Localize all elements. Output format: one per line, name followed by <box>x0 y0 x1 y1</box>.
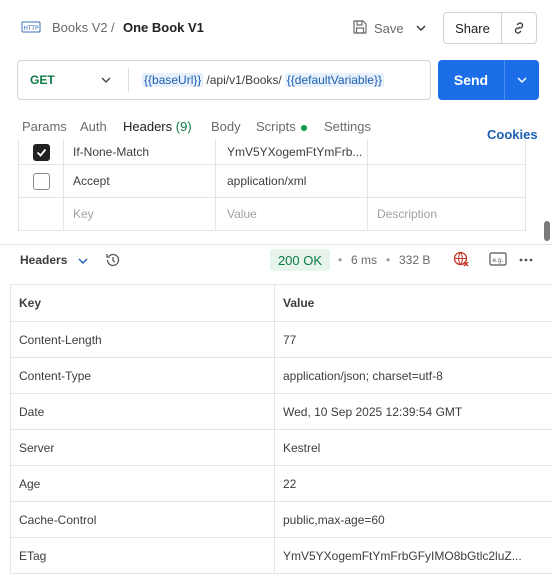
response-headers-table: Key Value Content-Length 77 Content-Type… <box>10 284 552 574</box>
share-button[interactable]: Share <box>443 12 537 44</box>
column-header-key: Key <box>11 285 275 321</box>
table-row: Accept application/xml <box>19 165 525 198</box>
status-badge[interactable]: 200 OK <box>270 249 330 271</box>
checkbox[interactable] <box>32 172 50 190</box>
http-icon: HTTP <box>21 19 41 35</box>
example-icon[interactable]: e.g. <box>489 251 507 270</box>
row-checkbox-cell <box>19 198 64 230</box>
new-key-input[interactable]: Key <box>73 198 213 230</box>
checkbox[interactable] <box>32 143 50 161</box>
column-header-value: Value <box>283 296 315 310</box>
separator-dot: • <box>338 253 343 267</box>
header-value: YmV5YXogemFtYmFrbGFyIMO8bGtlc2luZ... <box>283 548 522 563</box>
save-label: Save <box>374 20 404 36</box>
header-value: application/json; charset=utf-8 <box>283 368 443 383</box>
svg-text:HTTP: HTTP <box>23 25 39 32</box>
send-button[interactable]: Send <box>438 60 539 100</box>
svg-text:e.g.: e.g. <box>492 257 503 264</box>
divider <box>128 68 129 92</box>
page-title[interactable]: One Book V1 <box>123 20 204 35</box>
table-row-new: Key Value Description <box>19 198 525 231</box>
row-checkbox-cell <box>19 165 64 197</box>
table-row: If-None-Match YmV5YXogemFtYmFrb... <box>19 140 525 165</box>
breadcrumb-parent[interactable]: Books V2 <box>52 20 108 35</box>
header-key: Date <box>11 394 275 429</box>
table-row: Cache-Control public,max-age=60 <box>11 502 552 538</box>
header-key: Age <box>11 466 275 501</box>
tab-scripts-label: Scripts <box>256 119 296 134</box>
table-row: ETag YmV5YXogemFtYmFrbGFyIMO8bGtlc2luZ..… <box>11 538 552 574</box>
tab-scripts[interactable]: Scripts <box>256 119 307 134</box>
chevron-down-icon[interactable] <box>100 74 112 89</box>
table-header-row: Key Value <box>11 285 552 322</box>
tab-auth[interactable]: Auth <box>80 119 107 134</box>
chevron-down-icon[interactable] <box>505 60 539 100</box>
more-icon[interactable] <box>518 253 534 270</box>
header-value[interactable]: application/xml <box>215 165 368 197</box>
table-row: Content-Length 77 <box>11 322 552 358</box>
url-input[interactable]: {{baseUrl}} /api/v1/Books/ {{defaultVari… <box>142 73 384 87</box>
header-value: public,max-age=60 <box>283 512 385 527</box>
separator-dot: • <box>386 253 391 267</box>
header-key: Server <box>11 430 275 465</box>
header-value: Kestrel <box>283 440 321 455</box>
tab-headers-count: (9) <box>175 119 192 134</box>
table-row: Date Wed, 10 Sep 2025 12:39:54 GMT <box>11 394 552 430</box>
history-icon[interactable] <box>104 251 122 272</box>
save-icon <box>352 19 368 38</box>
share-label[interactable]: Share <box>444 13 502 43</box>
tab-headers[interactable]: Headers (9) <box>123 119 192 134</box>
header-value: Wed, 10 Sep 2025 12:39:54 GMT <box>283 404 463 419</box>
save-button[interactable]: Save <box>352 16 404 40</box>
row-checkbox-cell <box>19 140 64 164</box>
header-value: 22 <box>283 476 297 491</box>
table-row: Age 22 <box>11 466 552 502</box>
response-view-select[interactable]: Headers <box>20 253 67 267</box>
header-key: Content-Type <box>11 358 275 393</box>
header-value[interactable]: YmV5YXogemFtYmFrb... <box>215 140 368 164</box>
send-label[interactable]: Send <box>438 60 505 100</box>
response-size[interactable]: 332 B <box>399 253 430 267</box>
header-value: 77 <box>283 332 297 347</box>
divider[interactable] <box>0 244 552 245</box>
table-row: Server Kestrel <box>11 430 552 466</box>
url-variable-base[interactable]: {{baseUrl}} <box>142 73 204 87</box>
table-row: Content-Type application/json; charset=u… <box>11 358 552 394</box>
method-select[interactable]: GET <box>30 73 55 87</box>
url-variable-default[interactable]: {{defaultVariable}} <box>284 73 384 87</box>
url-path: /api/v1/Books/ <box>206 73 282 87</box>
globe-icon[interactable] <box>452 250 470 271</box>
chevron-down-icon[interactable] <box>77 255 89 270</box>
new-value-input[interactable]: Value <box>215 198 368 230</box>
header-description[interactable] <box>368 140 526 164</box>
header-key[interactable]: If-None-Match <box>73 140 213 164</box>
tab-headers-label: Headers <box>123 119 173 134</box>
tab-params[interactable]: Params <box>22 119 67 134</box>
tab-body[interactable]: Body <box>211 119 241 134</box>
header-key: ETag <box>11 538 275 573</box>
response-time[interactable]: 6 ms <box>351 253 377 267</box>
chevron-down-icon[interactable] <box>414 19 428 37</box>
url-bar[interactable]: GET {{baseUrl}} /api/v1/Books/ {{default… <box>17 60 431 100</box>
scrollbar[interactable] <box>544 221 550 241</box>
tab-settings[interactable]: Settings <box>324 119 371 134</box>
top-bar: HTTP Books V2 / One Book V1 Save Share <box>0 0 552 56</box>
link-icon[interactable] <box>502 13 536 43</box>
header-key: Content-Length <box>11 322 275 357</box>
header-key: Cache-Control <box>11 502 275 537</box>
request-headers-table: If-None-Match YmV5YXogemFtYmFrb... Accep… <box>18 140 526 231</box>
breadcrumb-separator: / <box>111 20 115 35</box>
new-description-input[interactable]: Description <box>368 198 526 230</box>
header-description[interactable] <box>368 165 526 197</box>
status-dot <box>300 124 307 131</box>
header-key[interactable]: Accept <box>73 165 213 197</box>
